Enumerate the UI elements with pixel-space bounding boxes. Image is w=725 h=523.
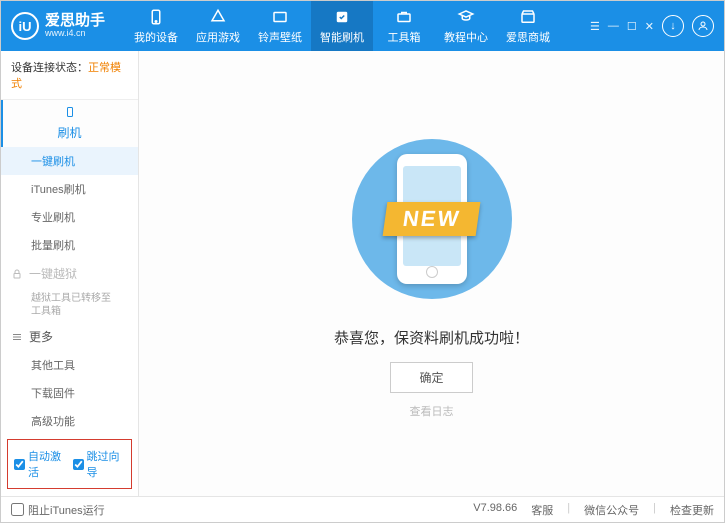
service-link[interactable]: 客服 (531, 502, 553, 518)
view-log-link[interactable]: 查看日志 (410, 403, 454, 419)
sidebar: 设备连接状态：正常模式 刷机 一键刷机 iTunes刷机 专业刷机 批量刷机 一… (1, 51, 139, 496)
menu-lines-icon (11, 331, 23, 343)
close-icon[interactable]: ✕ (645, 20, 654, 33)
checkbox-label: 跳过向导 (87, 448, 126, 480)
sidebar-label: 一键越狱 (29, 265, 77, 282)
app-window: iU 爱思助手 www.i4.cn 我的设备 应用游戏 铃声壁纸 智能刷机 (0, 0, 725, 523)
sidebar-item-pro[interactable]: 专业刷机 (1, 203, 138, 231)
success-message: 恭喜您，保资料刷机成功啦！ (334, 327, 529, 348)
sidebar-item-other[interactable]: 其他工具 (1, 351, 138, 379)
maximize-icon[interactable]: ☐ (627, 20, 637, 33)
download-icon[interactable]: ↓ (662, 15, 684, 37)
tutorial-icon (457, 8, 475, 26)
checkbox-label: 阻止iTunes运行 (28, 502, 105, 518)
app-title: 爱思助手 (45, 13, 105, 30)
sidebar-item-advanced[interactable]: 高级功能 (1, 407, 138, 435)
nav-label: 应用游戏 (196, 29, 240, 45)
new-ribbon: NEW (382, 202, 480, 236)
sidebar-item-batch[interactable]: 批量刷机 (1, 231, 138, 259)
main-content: NEW 恭喜您，保资料刷机成功啦！ 确定 查看日志 (139, 51, 724, 496)
body: 设备连接状态：正常模式 刷机 一键刷机 iTunes刷机 专业刷机 批量刷机 一… (1, 51, 724, 496)
nav-store[interactable]: 爱思商城 (497, 1, 559, 51)
nav-my-device[interactable]: 我的设备 (125, 1, 187, 51)
nav: 我的设备 应用游戏 铃声壁纸 智能刷机 工具箱 教程中心 (125, 1, 590, 51)
store-icon (519, 8, 537, 26)
success-illustration: NEW (342, 129, 522, 309)
nav-ringtones[interactable]: 铃声壁纸 (249, 1, 311, 51)
version-label: V7.98.66 (473, 502, 517, 518)
sidebar-jailbreak[interactable]: 一键越狱 (1, 259, 138, 288)
flash-icon (333, 8, 351, 26)
checkbox-label: 自动激活 (28, 448, 67, 480)
nav-toolbox[interactable]: 工具箱 (373, 1, 435, 51)
nav-label: 工具箱 (388, 29, 421, 45)
nav-apps[interactable]: 应用游戏 (187, 1, 249, 51)
sidebar-item-firmware[interactable]: 下载固件 (1, 379, 138, 407)
lock-icon (11, 268, 23, 280)
nav-label: 爱思商城 (506, 29, 550, 45)
sidebar-item-itunes[interactable]: iTunes刷机 (1, 175, 138, 203)
nav-label: 教程中心 (444, 29, 488, 45)
sidebar-label: 刷机 (57, 124, 81, 141)
sidebar-more[interactable]: 更多 (1, 322, 138, 351)
footer: 阻止iTunes运行 V7.98.66 客服 | 微信公众号 | 检查更新 (1, 496, 724, 522)
phone-icon (64, 106, 76, 118)
toolbox-icon (395, 8, 413, 26)
jailbreak-note: 越狱工具已转移至 工具箱 (1, 288, 138, 322)
app-url: www.i4.cn (45, 29, 105, 39)
block-itunes-checkbox[interactable]: 阻止iTunes运行 (11, 502, 105, 518)
apps-icon (209, 8, 227, 26)
sidebar-label: 更多 (29, 328, 53, 345)
user-icon[interactable] (692, 15, 714, 37)
nav-label: 铃声壁纸 (258, 29, 302, 45)
minimize-icon[interactable]: — (608, 20, 619, 32)
skip-guide-checkbox[interactable]: 跳过向导 (73, 448, 126, 480)
status-label: 设备连接状态： (11, 62, 88, 74)
nav-tutorials[interactable]: 教程中心 (435, 1, 497, 51)
nav-label: 我的设备 (134, 29, 178, 45)
wallpaper-icon (271, 8, 289, 26)
menu-icon[interactable]: ☰ (590, 20, 600, 33)
ok-button[interactable]: 确定 (390, 362, 472, 393)
window-controls: ☰ — ☐ ✕ ↓ (590, 15, 714, 37)
nav-flash[interactable]: 智能刷机 (311, 1, 373, 51)
checkbox-row: 自动激活 跳过向导 (7, 439, 132, 489)
nav-label: 智能刷机 (320, 29, 364, 45)
device-icon (147, 8, 165, 26)
logo-icon: iU (11, 12, 39, 40)
update-link[interactable]: 检查更新 (670, 502, 714, 518)
sidebar-item-oneclick[interactable]: 一键刷机 (1, 147, 138, 175)
logo: iU 爱思助手 www.i4.cn (11, 12, 105, 40)
sidebar-flash[interactable]: 刷机 (1, 100, 138, 147)
auto-activate-checkbox[interactable]: 自动激活 (14, 448, 67, 480)
wechat-link[interactable]: 微信公众号 (584, 502, 639, 518)
titlebar: iU 爱思助手 www.i4.cn 我的设备 应用游戏 铃声壁纸 智能刷机 (1, 1, 724, 51)
connection-status: 设备连接状态：正常模式 (1, 51, 138, 100)
